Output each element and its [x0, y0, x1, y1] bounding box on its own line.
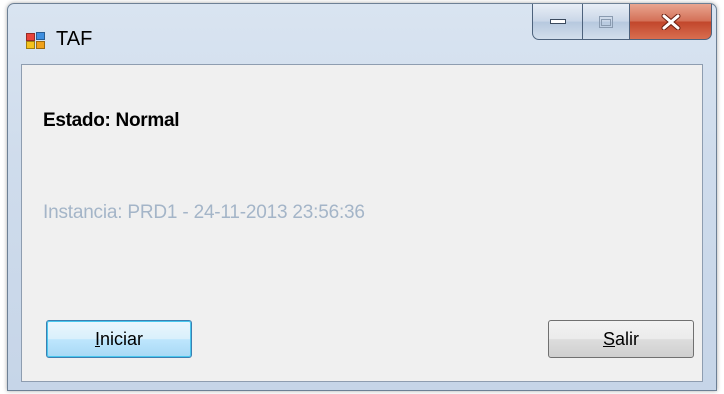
iniciar-label-rest: niciar [100, 328, 144, 349]
maximize-icon [599, 15, 613, 28]
icon-quadrant [26, 33, 35, 41]
window-title: TAF [56, 28, 93, 50]
maximize-button[interactable] [583, 4, 630, 40]
salir-button[interactable]: Salir [548, 320, 694, 358]
minimize-button[interactable] [532, 4, 583, 40]
close-button[interactable] [630, 4, 712, 40]
instancia-label: Instancia: PRD1 - 24-11-2013 23:56:36 [43, 202, 365, 223]
minimize-icon [549, 18, 566, 24]
caption-buttons [532, 4, 712, 41]
title-bar[interactable]: TAF [8, 4, 716, 64]
close-icon [661, 13, 680, 30]
client-area: Estado: Normal Instancia: PRD1 - 24-11-2… [21, 64, 703, 382]
salir-label-rest: alir [615, 328, 640, 349]
estado-label: Estado: Normal [43, 110, 180, 131]
icon-quadrant [26, 41, 35, 49]
iniciar-button[interactable]: Iniciar [46, 320, 192, 358]
icon-quadrant [36, 41, 45, 49]
icon-quadrant [36, 32, 45, 40]
app-window-icon[interactable] [26, 32, 47, 50]
salir-mnemonic: S [602, 328, 615, 349]
app-window: TAF Estado: Normal Instancia: PRD1 - 24-… [7, 3, 717, 391]
